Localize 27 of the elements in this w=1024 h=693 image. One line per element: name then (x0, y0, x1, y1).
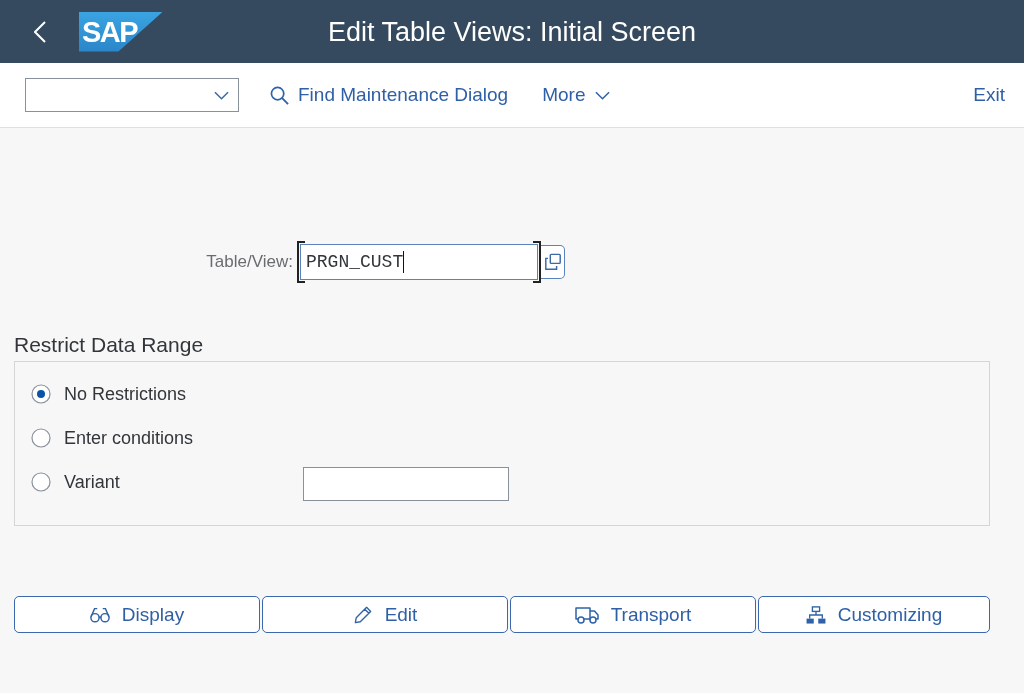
logo: SAP (79, 11, 163, 52)
chevron-down-icon (214, 90, 229, 100)
search-icon (270, 85, 289, 105)
radio-button[interactable]: Variant (31, 471, 120, 493)
glasses-icon (89, 605, 110, 624)
value-help-icon (543, 253, 562, 271)
window-title: Edit Table Views: Initial Screen (327, 16, 697, 48)
input-field[interactable] (303, 467, 509, 501)
find-button[interactable]: Find Maintenance Dialog (270, 80, 509, 110)
action-button[interactable]: Customizing (758, 596, 990, 633)
more-menu-button[interactable]: More (542, 80, 611, 110)
dropdown-field[interactable] (25, 78, 239, 112)
radio-button[interactable]: Enter conditions (31, 427, 194, 449)
action-button[interactable]: Transport (510, 596, 756, 633)
action-button[interactable]: Display (14, 596, 260, 633)
hierarchy-icon (805, 605, 826, 624)
action-button[interactable]: Edit (262, 596, 508, 633)
exit-button[interactable]: Exit (973, 80, 1005, 110)
value-help-button[interactable] (541, 245, 565, 279)
pencil-icon (352, 605, 373, 624)
chevron-left-icon (34, 20, 46, 43)
chevron-down-icon (595, 90, 611, 100)
section-heading: Restrict Data Range (14, 332, 204, 357)
radio-button[interactable]: No Restrictions (31, 383, 187, 405)
input-field[interactable]: PRGN_CUST (297, 241, 541, 283)
truck-icon (574, 605, 599, 624)
field-label: Table/View: (206, 252, 293, 271)
